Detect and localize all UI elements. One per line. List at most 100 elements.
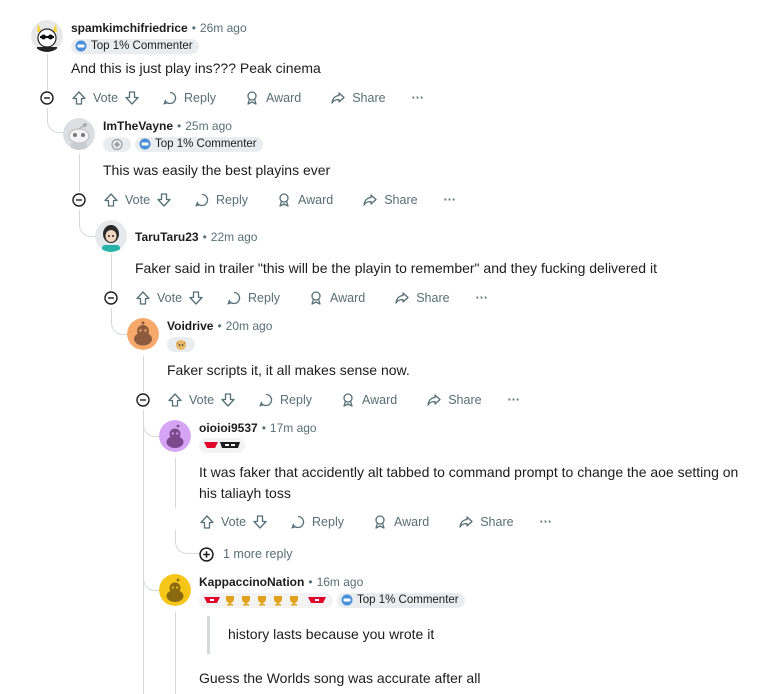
timestamp[interactable]: 20m ago — [226, 319, 273, 333]
comment-meta: ImTheVayne • 25m ago — [103, 119, 232, 133]
share-icon — [459, 516, 473, 528]
minus-circle-icon — [72, 193, 86, 207]
collapse-thread-button[interactable] — [99, 286, 123, 310]
top-commenter-badge[interactable]: Top 1% Commenter — [71, 38, 199, 54]
comment-actions: Vote Reply Award Share ··· — [167, 388, 520, 412]
thread-connector — [175, 530, 200, 554]
avatar[interactable] — [159, 574, 191, 606]
award-button[interactable]: Award — [340, 392, 397, 408]
share-button[interactable]: Share — [394, 290, 450, 306]
upvote-icon[interactable] — [103, 192, 119, 208]
comment-meta: spamkimchifriedrice • 26m ago — [71, 21, 247, 35]
timestamp[interactable]: 26m ago — [200, 21, 247, 35]
user-flair[interactable] — [199, 592, 333, 608]
user-flair[interactable] — [103, 136, 131, 152]
thread-line — [175, 612, 176, 694]
avatar[interactable] — [63, 118, 95, 150]
timestamp[interactable]: 16m ago — [317, 575, 364, 589]
reply-button[interactable]: Reply — [194, 192, 248, 208]
award-button[interactable]: Award — [244, 90, 301, 106]
upvote-icon[interactable] — [199, 514, 215, 530]
blockquote — [207, 616, 210, 654]
reply-button[interactable]: Reply — [290, 514, 344, 530]
avatar[interactable] — [127, 318, 159, 350]
reply-button[interactable]: Reply — [258, 392, 312, 408]
trophy-flair-icon — [204, 596, 326, 606]
comment-meta: oioioi9537 • 17m ago — [199, 421, 317, 435]
downvote-icon[interactable] — [124, 90, 140, 106]
avatar[interactable] — [95, 220, 127, 252]
comment-text: This was easily the best playins ever — [103, 162, 331, 178]
timestamp[interactable]: 25m ago — [185, 119, 232, 133]
collapse-thread-button[interactable] — [131, 388, 155, 412]
vote-label: Vote — [125, 193, 151, 207]
award-button[interactable]: Award — [308, 290, 365, 306]
downvote-icon[interactable] — [252, 514, 268, 530]
thread-connector — [143, 560, 160, 591]
upvote-icon[interactable] — [135, 290, 151, 306]
badges: Top 1% Commenter — [103, 136, 263, 152]
more-options-button[interactable]: ··· — [476, 291, 489, 305]
upvote-icon[interactable] — [167, 392, 183, 408]
reply-icon — [291, 515, 305, 529]
reply-button[interactable]: Reply — [162, 90, 216, 106]
badges: Top 1% Commenter — [71, 38, 199, 54]
award-icon — [247, 91, 257, 105]
timestamp[interactable]: 22m ago — [211, 230, 258, 244]
top-commenter-badge[interactable]: Top 1% Commenter — [135, 136, 263, 152]
downvote-icon[interactable] — [188, 290, 204, 306]
share-button[interactable]: Share — [362, 192, 418, 208]
comment-actions: Vote Reply Award Share ··· — [199, 510, 552, 534]
top-commenter-badge[interactable]: Top 1% Commenter — [337, 592, 465, 608]
username[interactable]: oioioi9537 — [199, 421, 258, 435]
user-flair[interactable] — [167, 336, 195, 352]
avatar[interactable] — [31, 20, 63, 52]
avatar[interactable] — [159, 420, 191, 452]
username[interactable]: TaruTaru23 — [135, 230, 199, 244]
thread-connector — [79, 210, 96, 237]
vote-control: Vote — [199, 514, 268, 530]
downvote-icon[interactable] — [156, 192, 172, 208]
more-options-button[interactable]: ··· — [444, 193, 457, 207]
badges — [167, 336, 195, 352]
award-button[interactable]: Award — [276, 192, 333, 208]
username[interactable]: Voidrive — [167, 319, 213, 333]
comment-actions: Vote Reply Award Share ··· — [103, 188, 456, 212]
collapse-thread-button[interactable] — [35, 86, 59, 110]
vote-control: Vote — [71, 90, 140, 106]
username[interactable]: KappaccinoNation — [199, 575, 304, 589]
share-button[interactable]: Share — [458, 514, 514, 530]
vote-control: Vote — [103, 192, 172, 208]
more-options-button[interactable]: ··· — [412, 91, 425, 105]
user-flair[interactable] — [199, 437, 245, 453]
timestamp[interactable]: 17m ago — [270, 421, 317, 435]
badges: Top 1% Commenter — [199, 592, 465, 608]
more-options-button[interactable]: ··· — [508, 393, 521, 407]
more-options-button[interactable]: ··· — [540, 515, 553, 529]
reply-icon — [195, 193, 209, 207]
thread-connector — [111, 308, 128, 335]
username[interactable]: ImTheVayne — [103, 119, 173, 133]
flair-emblem-icon — [111, 138, 123, 150]
downvote-icon[interactable] — [220, 392, 236, 408]
username[interactable]: spamkimchifriedrice — [71, 21, 188, 35]
minus-circle-icon — [136, 393, 150, 407]
thread-line — [79, 154, 80, 192]
vote-label: Vote — [157, 291, 183, 305]
comment-text: It was faker that accidently alt tabbed … — [199, 464, 739, 501]
vote-control: Vote — [167, 392, 236, 408]
share-icon — [331, 92, 345, 104]
minus-circle-icon — [104, 291, 118, 305]
reply-icon — [259, 393, 273, 407]
share-button[interactable]: Share — [426, 392, 482, 408]
share-button[interactable]: Share — [330, 90, 386, 106]
comment-meta: KappaccinoNation • 16m ago — [199, 575, 364, 589]
upvote-icon[interactable] — [71, 90, 87, 106]
badges — [199, 437, 245, 453]
reply-button[interactable]: Reply — [226, 290, 280, 306]
comment-meta: Voidrive • 20m ago — [167, 319, 273, 333]
award-button[interactable]: Award — [372, 514, 429, 530]
team-logo-flair-icon — [204, 442, 240, 448]
more-replies-link[interactable]: 1 more reply — [199, 544, 292, 564]
collapse-thread-button[interactable] — [67, 188, 91, 212]
